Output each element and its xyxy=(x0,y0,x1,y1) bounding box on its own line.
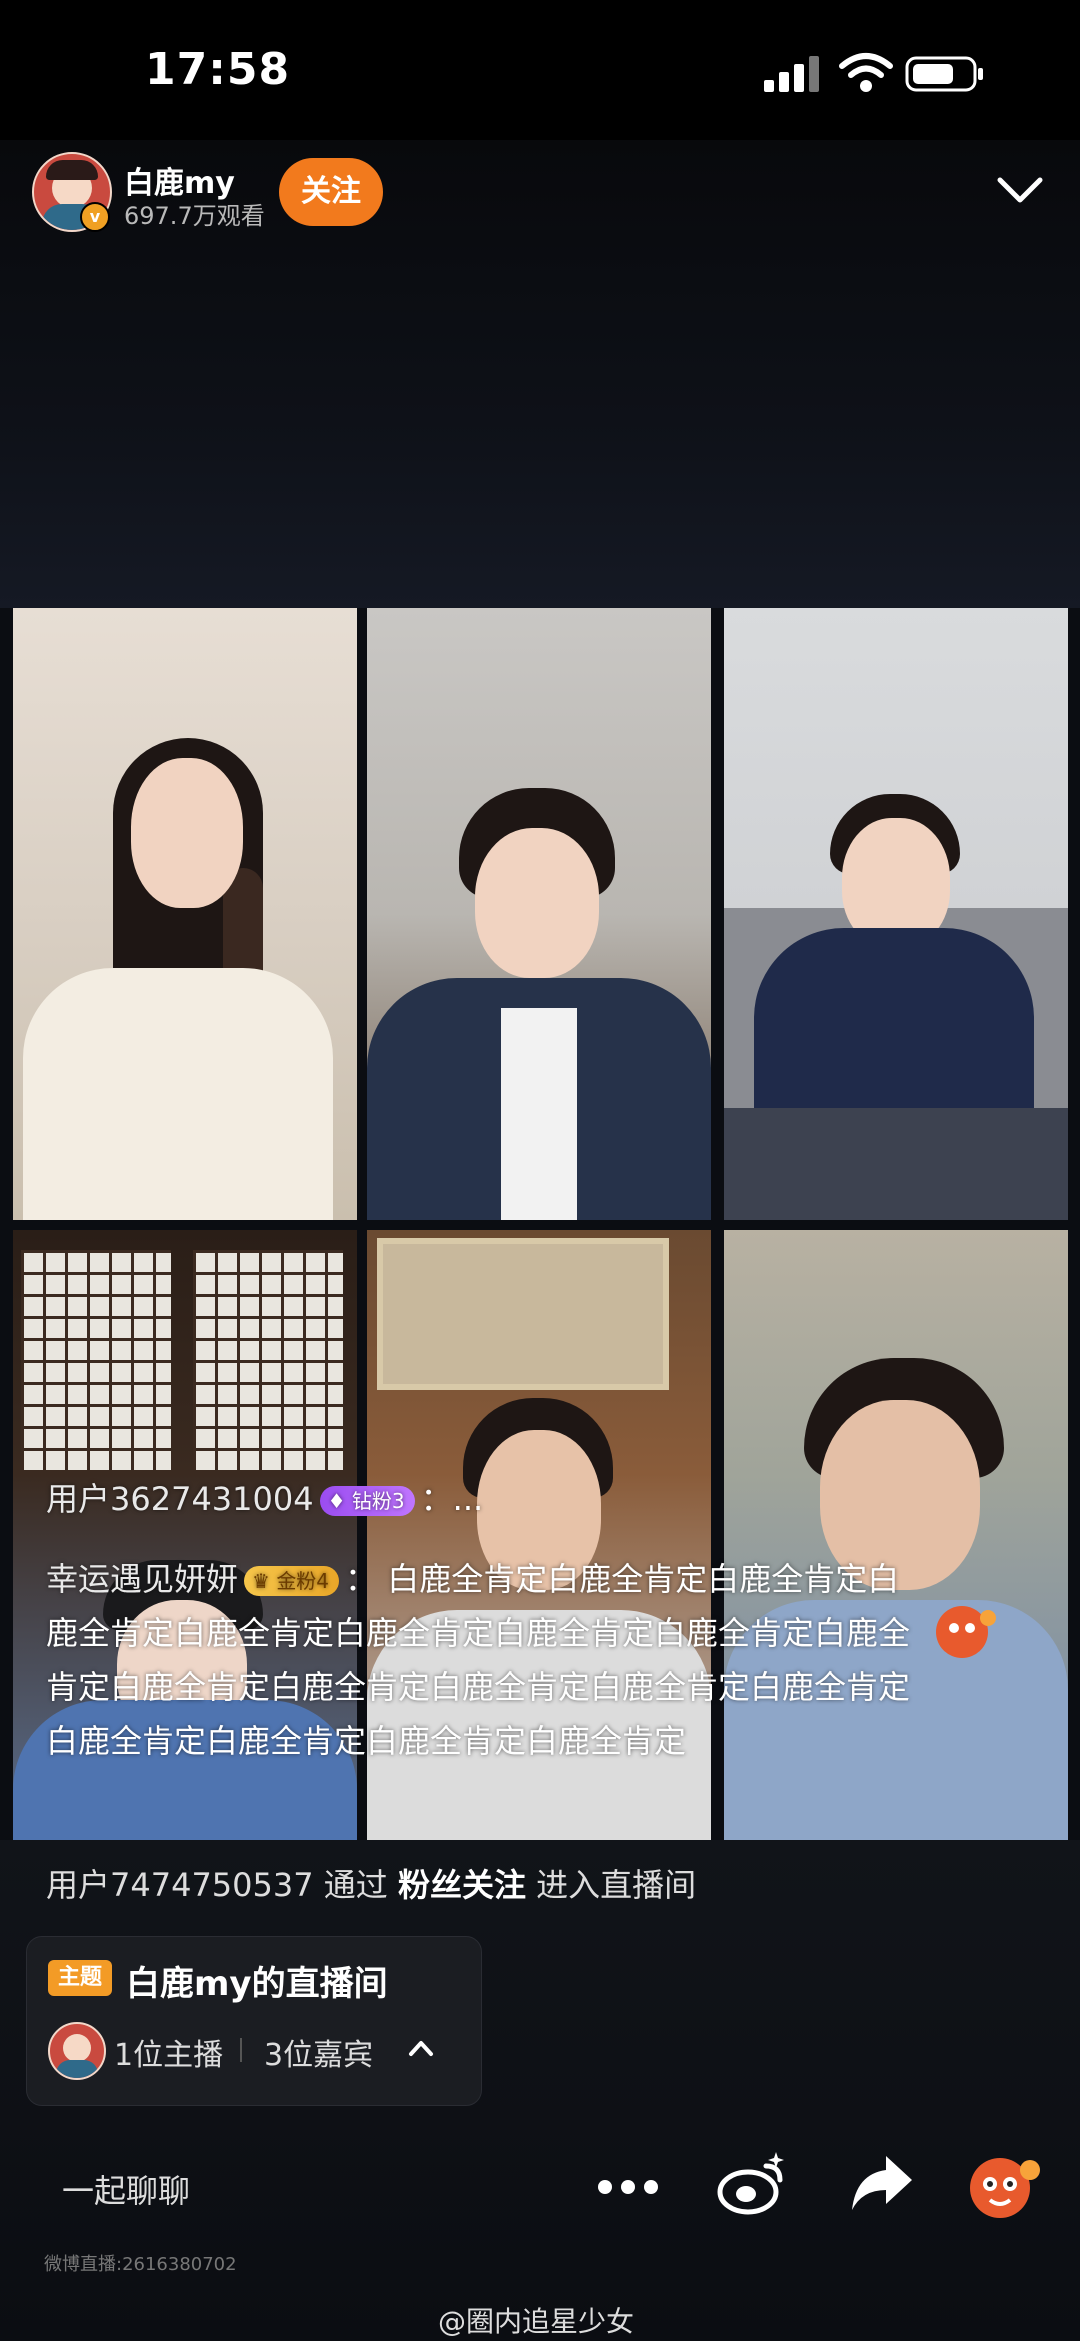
wifi-icon xyxy=(839,53,893,92)
fan-badge-label: 钻粉3 xyxy=(351,1489,405,1513)
comment-feed: 用户3627431004 ♦ 钻粉3：... 幸运遇见妍妍 ♛ 金粉4： 白鹿全肯定… xyxy=(0,1460,1080,1880)
view-count: 697.7万观看 xyxy=(124,202,265,230)
gift-icon[interactable] xyxy=(964,2150,1044,2220)
gift-icon[interactable] xyxy=(930,1600,1000,1660)
entry-action: 进入直播间 xyxy=(536,1866,697,1904)
video-tile-2[interactable] xyxy=(367,608,711,1220)
chat-input[interactable]: 一起聊聊 xyxy=(62,2166,190,2212)
chevron-down-icon[interactable] xyxy=(994,172,1046,208)
follow-button[interactable]: 关注 xyxy=(279,158,383,226)
room-id: 微博直播:2616380702 xyxy=(44,2254,237,2275)
watermark: @圈内追星少女 xyxy=(438,2305,635,2338)
divider xyxy=(240,2038,242,2062)
comment-username[interactable]: 幸运遇见妍妍 xyxy=(46,1560,238,1598)
share-icon[interactable] xyxy=(848,2150,916,2216)
room-title[interactable]: 白鹿my的直播间 xyxy=(126,1956,388,2005)
weibo-icon[interactable] xyxy=(716,2148,792,2218)
fan-badge-diamond: ♦ 钻粉3 xyxy=(319,1486,415,1516)
battery-icon xyxy=(905,56,983,92)
guest-count: 3位嘉宾 xyxy=(264,2038,374,2073)
comment-item: 幸运遇见妍妍 ♛ 金粉4： 白鹿全肯定白鹿全肯定白鹿全肯定白鹿全肯定白鹿全肯定白鹿… xyxy=(46,1552,926,1768)
host-count: 1位主播 xyxy=(114,2038,224,2073)
comment-item: 用户3627431004 ♦ 钻粉3：... xyxy=(46,1472,483,1526)
chevron-up-icon[interactable] xyxy=(406,2036,436,2060)
entry-via: 通过 xyxy=(323,1866,388,1904)
entry-notice: 用户7474750537 通过 粉丝关注 进入直播间 xyxy=(46,1860,696,1906)
status-time: 17:58 xyxy=(145,44,291,95)
video-tile-3[interactable] xyxy=(724,608,1068,1220)
entry-username: 用户7474750537 xyxy=(46,1866,314,1904)
entry-source: 粉丝关注 xyxy=(397,1866,526,1904)
verified-badge: v xyxy=(80,202,110,232)
fan-badge-label: 金粉4 xyxy=(276,1569,330,1593)
video-tile-1[interactable] xyxy=(13,608,357,1220)
room-host-avatar xyxy=(48,2022,106,2080)
topic-tag: 主题 xyxy=(48,1960,112,1996)
more-icon[interactable] xyxy=(596,2166,660,2206)
comment-username[interactable]: 用户3627431004 xyxy=(46,1480,314,1518)
signal-icon xyxy=(764,56,820,92)
fan-badge-gold: ♛ 金粉4 xyxy=(244,1566,340,1596)
comment-text: ：... xyxy=(420,1480,484,1518)
